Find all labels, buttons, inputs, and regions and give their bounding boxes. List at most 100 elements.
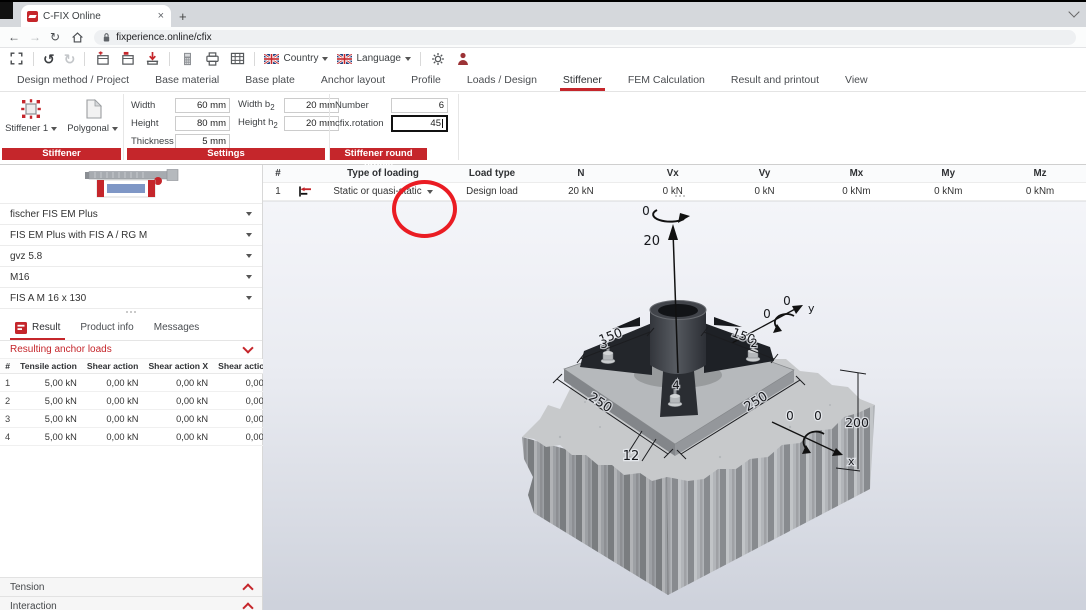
svg-text:12: 12: [623, 449, 640, 464]
shape-select[interactable]: Polygonal: [67, 97, 118, 134]
group-label-stiffener: Stiffener: [2, 148, 121, 160]
lock-icon: [102, 32, 111, 43]
report-table-icon[interactable]: [229, 51, 245, 67]
tab-base-plate[interactable]: Base plate: [232, 69, 308, 91]
select-material[interactable]: gvz 5.8: [0, 246, 262, 267]
calculator-icon[interactable]: [179, 51, 195, 67]
module-tabs: Design method / Project Base material Ba…: [0, 69, 1086, 92]
tab-loads-design[interactable]: Loads / Design: [454, 69, 550, 91]
svg-text:3: 3: [600, 337, 607, 351]
tab-close-icon[interactable]: ×: [157, 10, 165, 22]
select-size[interactable]: M16: [0, 267, 262, 288]
tab-stiffener[interactable]: Stiffener: [550, 69, 615, 91]
new-project-icon[interactable]: [94, 51, 110, 67]
svg-text:x: x: [848, 455, 855, 468]
tabstrip-chevron-icon[interactable]: [1068, 6, 1079, 17]
sidebar: fischer FIS EM Plus FIS EM Plus with FIS…: [0, 165, 263, 610]
stiffener-select[interactable]: Stiffener 1: [5, 97, 57, 134]
svg-text:20: 20: [643, 234, 660, 249]
tab-result[interactable]: Result: [6, 315, 69, 340]
tab-base-material[interactable]: Base material: [142, 69, 232, 91]
section-tension[interactable]: Tension: [0, 577, 262, 596]
tab-result-and-printout[interactable]: Result and printout: [718, 69, 832, 91]
chevron-down-icon: [246, 296, 252, 300]
table-row: 45,00 kN0,00 kN0,00 kN0,00 kN: [0, 428, 283, 446]
select-anchor-system[interactable]: FIS EM Plus with FIS A / RG M: [0, 225, 262, 246]
section-interaction[interactable]: Interaction: [0, 596, 262, 610]
height-h2-input[interactable]: 20 mm: [284, 116, 339, 131]
back-icon[interactable]: ←: [8, 31, 20, 43]
svg-text:0: 0: [763, 307, 771, 321]
url-text: fixperience.online/cfix: [116, 32, 212, 43]
width-b2-input[interactable]: 20 mm: [284, 98, 339, 113]
number-input[interactable]: 6: [391, 98, 448, 113]
svg-text:2: 2: [750, 336, 757, 350]
group-label-round-profile: Stiffener round profile: [330, 148, 427, 160]
group-label-settings: Settings: [127, 148, 325, 160]
height-input[interactable]: 80 mm: [175, 116, 230, 131]
polygonal-shape-icon: [81, 97, 105, 121]
panel-stiffener: Stiffener 1 Polygonal Stiffener: [2, 92, 121, 162]
tab-product-info[interactable]: Product info: [71, 315, 142, 340]
home-icon[interactable]: [69, 29, 85, 45]
chevron-down-icon: [246, 212, 252, 216]
thickness-input[interactable]: 5 mm: [175, 134, 230, 149]
tab-profile[interactable]: Profile: [398, 69, 454, 91]
stiffener-icon: [19, 97, 43, 121]
save-project-icon[interactable]: [119, 51, 135, 67]
user-profile-icon[interactable]: [455, 51, 471, 67]
reload-icon[interactable]: ↻: [50, 31, 60, 43]
chevron-down-icon: [242, 342, 253, 353]
panel-round-profile: Number6 cfix.rotation45 Stiffener round …: [333, 92, 451, 162]
window-corner-icon: [0, 2, 13, 19]
table-row: 15,00 kN0,00 kN0,00 kN0,00 kN: [0, 374, 283, 392]
tab-fem-calculation[interactable]: FEM Calculation: [615, 69, 718, 91]
loads-table-header: # Type of loading Load type N Vx Vy Mx M…: [263, 165, 1086, 183]
tab-anchor-layout[interactable]: Anchor layout: [308, 69, 398, 91]
number-label: Number: [335, 100, 387, 111]
col-header: Shear action: [82, 359, 144, 374]
svg-text:y: y: [808, 302, 815, 315]
section-resulting-anchor-loads[interactable]: Resulting anchor loads: [0, 341, 262, 359]
chevron-down-icon: [51, 127, 57, 131]
export-download-icon[interactable]: [144, 51, 160, 67]
col-header: Tensile action: [15, 359, 82, 374]
tab-design-method-project[interactable]: Design method / Project: [4, 69, 142, 91]
load-type-icon: [298, 186, 313, 197]
undo-icon[interactable]: ↺: [43, 52, 55, 66]
chevron-down-icon: [246, 275, 252, 279]
thickness-label: Thickness: [131, 136, 171, 147]
select-anchor-family[interactable]: fischer FIS EM Plus: [0, 203, 262, 225]
col-header: #: [0, 359, 15, 374]
chevron-up-icon: [242, 602, 253, 610]
text-cursor: [442, 119, 443, 128]
result-icon: [15, 322, 27, 334]
anchor-loads-table: # Tensile action Shear action Shear acti…: [0, 359, 283, 446]
redo-icon[interactable]: ↻: [64, 52, 76, 66]
url-field[interactable]: fixperience.online/cfix: [94, 30, 1076, 45]
browser-tab[interactable]: C-FIX Online ×: [21, 5, 171, 27]
table-resize-handle[interactable]: [675, 195, 685, 197]
tab-messages[interactable]: Messages: [145, 315, 209, 340]
model-3d-scene: 20 0 y 0 0: [263, 202, 1086, 610]
settings-gear-icon[interactable]: [430, 51, 446, 67]
app-toolbar: ↺ ↻ Country Language: [0, 48, 1086, 69]
fullscreen-icon[interactable]: [8, 51, 24, 67]
language-label: Language: [356, 53, 401, 64]
tab-title: C-FIX Online: [43, 11, 152, 22]
language-dropdown[interactable]: Language: [337, 53, 411, 64]
type-of-loading-select[interactable]: Static or quasi-static: [317, 186, 449, 197]
print-icon[interactable]: [204, 51, 220, 67]
forward-icon[interactable]: →: [29, 31, 41, 43]
new-tab-button[interactable]: +: [179, 9, 187, 24]
height-label: Height: [131, 118, 171, 129]
sidebar-tabs: Result Product info Messages: [0, 315, 262, 341]
select-product[interactable]: FIS A M 16 x 130: [0, 288, 262, 309]
width-input[interactable]: 60 mm: [175, 98, 230, 113]
panel-settings: Width60 mm Height80 mm Thickness5 mm Wid…: [127, 92, 326, 162]
country-dropdown[interactable]: Country: [264, 53, 328, 64]
tab-view[interactable]: View: [832, 69, 881, 91]
model-viewport[interactable]: 20 0 y 0 0: [263, 201, 1086, 610]
rotation-input[interactable]: 45: [391, 115, 448, 132]
svg-text:0: 0: [814, 409, 822, 423]
